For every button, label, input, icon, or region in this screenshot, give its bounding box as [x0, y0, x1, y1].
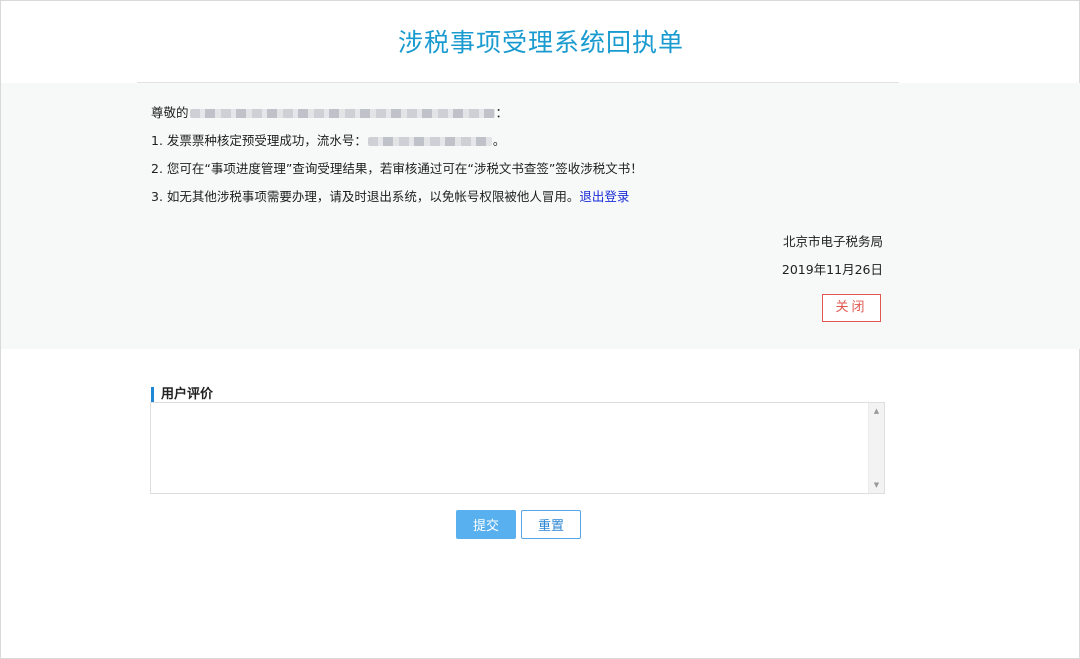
line1-suffix: 。 [492, 133, 506, 148]
page-title: 涉税事项受理系统回执单 [397, 28, 684, 57]
greeting-line: 尊敬的 ： [151, 102, 508, 121]
textarea-scrollbar[interactable]: ▲ ▼ [868, 403, 884, 493]
scroll-up-icon[interactable]: ▲ [869, 405, 884, 417]
greeting-prefix: 尊敬的 [151, 105, 189, 120]
redacted-name [189, 109, 495, 118]
greeting-suffix: ： [495, 105, 509, 120]
section-title-user-feedback: 用户评价 [151, 387, 213, 402]
close-button[interactable]: 关闭 [822, 294, 881, 322]
receipt-line-3: 3. 如无其他涉税事项需要办理，请及时退出系统，以免帐号权限被他人冒用。退出登录 [151, 186, 629, 205]
issue-date: 2019年11月26日 [781, 262, 883, 277]
submit-button[interactable]: 提交 [456, 510, 516, 539]
redacted-serial-number [367, 137, 492, 146]
issuer-name: 北京市电子税务局 [782, 234, 883, 249]
feedback-textarea[interactable] [151, 403, 870, 493]
feedback-textarea-container: ▲ ▼ [150, 402, 885, 494]
line1-prefix: 1. 发票票种核定预受理成功，流水号： [151, 133, 367, 148]
receipt-line-1: 1. 发票票种核定预受理成功，流水号： 。 [151, 130, 505, 149]
receipt-line-2: 2. 您可在“事项进度管理”查询受理结果，若审核通过可在“涉税文书查签”签收涉税… [151, 161, 643, 176]
logout-link[interactable]: 退出登录 [579, 189, 629, 204]
scroll-down-icon[interactable]: ▼ [869, 479, 884, 491]
line3-text: 3. 如无其他涉税事项需要办理，请及时退出系统，以免帐号权限被他人冒用。 [151, 189, 580, 204]
receipt-panel [1, 83, 1080, 349]
reset-button[interactable]: 重置 [521, 510, 581, 539]
